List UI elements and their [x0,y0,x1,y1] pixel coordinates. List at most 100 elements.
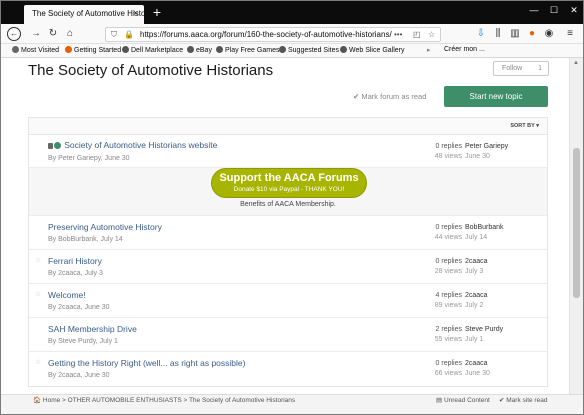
menu-icon[interactable]: ≡ [563,27,577,41]
bookmark-most-visited[interactable]: Most Visited [12,46,59,54]
topic-title[interactable]: Welcome! [48,290,86,300]
topic-stats: 0 replies 48 views [432,142,462,162]
topic-meta: By Peter Gariepy, June 30 [48,155,130,162]
bookmark-suggested-sites[interactable]: Suggested Sites [279,46,339,54]
topic-list: Society of Automotive Historians website… [28,134,548,387]
last-post-author[interactable]: BobBurbank [465,223,504,233]
topic-stats: 0 replies 44 views [432,223,462,243]
view-count: 66 views [434,370,462,377]
topic-meta: By 2caaca, June 30 [48,304,110,311]
last-post-date[interactable]: July 2 [465,301,488,311]
reply-count: 0 replies [435,143,462,150]
reply-count: 0 replies [435,360,462,367]
home-button[interactable]: ⌂ [63,27,77,41]
topic-title[interactable]: Ferrari History [48,256,102,266]
topic-title[interactable]: SAH Membership Drive [48,324,137,334]
bookmark-web-slice-gallery[interactable]: Web Slice Gallery [340,46,405,54]
support-banner-subtitle: Donate $10 via Paypal - THANK YOU! [233,186,345,193]
last-post-date[interactable]: July 1 [465,335,503,345]
topic-title[interactable]: Preserving Automotive History [48,222,162,232]
globe-icon [216,46,223,53]
tab-forum[interactable]: The Society of Automotive Historians [24,5,144,24]
sort-bar: SORT BY ▾ [28,117,548,134]
close-window-button[interactable]: ✕ [567,5,581,16]
view-count: 55 views [434,336,462,343]
topic-row: SAH Membership Drive By Steve Purdy, Jul… [29,318,547,352]
topic-title[interactable]: Society of Automotive Historians website [64,140,217,150]
reload-button[interactable]: ↻ [46,27,60,41]
bookmark-star-icon[interactable]: ☆ [428,30,435,39]
breadcrumb[interactable]: 🏠 Home > OTHER AUTOMOBILE ENTHUSIASTS > … [33,396,295,404]
bookmarks-overflow-chevron-icon[interactable]: ▸ [427,46,431,54]
last-post-author[interactable]: 2caaca [465,257,488,267]
browser-window: The Society of Automotive Historians × +… [0,0,584,415]
pinned-icon [54,142,61,150]
page-title: The Society of Automotive Historians [28,62,274,79]
topic-stats: 0 replies 28 views [432,257,462,277]
minimize-button[interactable]: — [527,5,541,15]
bookmark-dell-marketplace[interactable]: Dell Marketplace [122,46,183,54]
topic-stats: 0 replies 66 views [432,359,462,379]
last-post-date[interactable]: June 30 [465,152,508,162]
sort-by-dropdown[interactable]: SORT BY ▾ [510,123,539,129]
view-count: 44 views [434,234,462,241]
maximize-button[interactable]: ☐ [547,5,561,16]
forward-button[interactable]: → [29,27,43,41]
shield-icon[interactable]: ⛉ [111,30,117,40]
bookmark-creer-mon[interactable]: Créer mon ... [444,46,485,53]
lock-icon[interactable]: 🔒 [124,30,134,39]
topic-row: ☆ Ferrari History By 2caaca, July 3 0 re… [29,250,547,284]
bookmark-play-free-games[interactable]: Play Free Games [216,46,279,54]
last-post-date[interactable]: July 3 [465,267,488,277]
account-icon[interactable]: ◉ [542,27,556,41]
last-post-author[interactable]: 2caaca [465,359,490,369]
extension-icon[interactable]: ● [525,27,539,41]
url-bar[interactable]: ⛉ 🔒 https://forums.aaca.org/forum/160-th… [105,27,441,42]
mark-site-read-link[interactable]: ✔ Mark site read [499,396,547,404]
last-post: 2caaca July 2 [465,291,488,311]
follow-button[interactable]: Follow 1 [493,61,549,76]
view-count: 89 views [434,302,462,309]
globe-icon [187,46,194,53]
back-button[interactable]: ← [7,27,21,41]
url-text[interactable]: https://forums.aaca.org/forum/160-the-so… [140,30,392,39]
downloads-icon[interactable]: ⇩ [474,27,488,41]
page-actions-button[interactable]: ••• [394,30,402,39]
support-banner[interactable]: Support the AACA Forums Donate $10 via P… [211,168,367,198]
reply-count: 4 replies [435,292,462,299]
last-post-author[interactable]: Steve Purdy [465,325,503,335]
topic-row: Preserving Automotive History By BobBurb… [29,216,547,250]
ad-row: Support the AACA Forums Donate $10 via P… [29,168,547,216]
reply-count: 0 replies [435,258,462,265]
bookmark-ebay[interactable]: eBay [187,46,212,54]
last-post-author[interactable]: Peter Gariepy [465,142,508,152]
new-tab-button[interactable]: + [150,4,164,20]
forum-page: The Society of Automotive Historians Fol… [1,58,569,394]
last-post-date[interactable]: June 30 [465,369,490,379]
last-post-author[interactable]: 2caaca [465,291,488,301]
last-post: 2caaca June 30 [465,359,490,379]
pocket-icon[interactable]: ◰ [413,30,421,39]
start-new-topic-button[interactable]: Start new topic [444,86,548,107]
globe-icon [279,46,286,53]
star-icon: ☆ [35,257,42,264]
bookmarks-toolbar: Most Visited Getting Started Dell Market… [1,44,583,58]
last-post-date[interactable]: July 14 [465,233,504,243]
scrollbar-thumb[interactable] [573,148,580,298]
unread-content-link[interactable]: ▤ Unread Content [436,396,490,404]
library-icon[interactable]: ⫼ [491,27,505,41]
page-footer: 🏠 Home > OTHER AUTOMOBILE ENTHUSIASTS > … [1,394,583,414]
close-tab-icon[interactable]: × [133,9,141,18]
topic-title[interactable]: Getting the History Right (well... as ri… [48,358,245,368]
scroll-up-arrow-icon[interactable]: ▲ [573,60,579,66]
bookmark-getting-started[interactable]: Getting Started [65,46,121,54]
mark-forum-read-link[interactable]: ✔ Mark forum as read [353,92,426,101]
membership-benefits-link[interactable]: Benefits of AACA Membership. [29,201,547,208]
topic-stats: 2 replies 55 views [432,325,462,345]
view-count: 28 views [434,268,462,275]
sidebar-icon[interactable]: ▥ [508,27,522,41]
page-scrollbar[interactable]: ▲ [569,58,583,394]
tab-title: The Society of Automotive Historians [32,9,144,18]
topic-meta: By BobBurbank, July 14 [48,236,123,243]
view-count: 48 views [434,153,462,160]
